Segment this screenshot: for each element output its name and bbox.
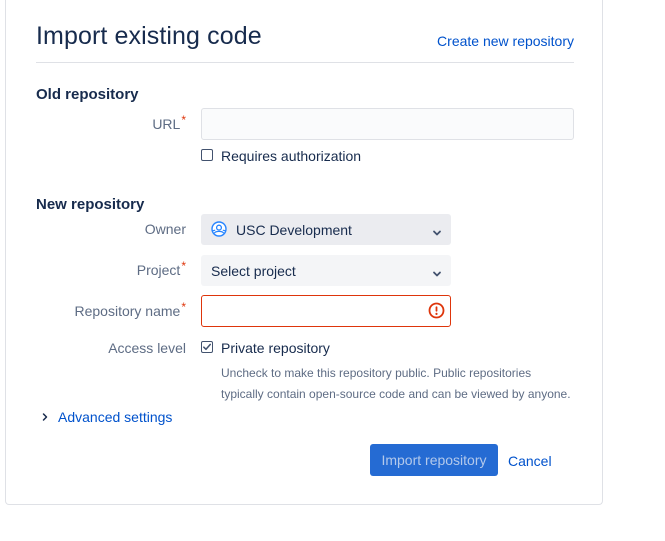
required-marker: * (181, 113, 186, 127)
checkmark-icon (203, 343, 212, 351)
required-marker: * (181, 259, 186, 273)
access-level-label: Access level (108, 340, 186, 356)
import-card (5, 0, 603, 505)
url-input[interactable] (201, 108, 574, 140)
create-new-repository-link[interactable]: Create new repository (437, 33, 574, 49)
chevron-right-icon (42, 413, 48, 421)
workspace-avatar-icon (211, 221, 227, 237)
import-repository-button[interactable]: Import repository (370, 444, 498, 476)
chevron-down-icon (432, 225, 442, 235)
repository-name-input[interactable] (201, 295, 451, 327)
owner-label: Owner (144, 221, 186, 237)
url-label: URL* (152, 113, 186, 132)
project-label: Project* (136, 259, 186, 278)
page-title: Import existing code (36, 22, 262, 50)
private-repository-label[interactable]: Private repository (221, 340, 330, 356)
new-repository-heading: New repository (36, 196, 145, 213)
owner-select[interactable]: USC Development (201, 214, 451, 245)
title-divider (36, 62, 574, 63)
required-marker: * (181, 300, 186, 314)
private-repository-checkbox[interactable] (201, 341, 213, 353)
chevron-down-icon (432, 266, 442, 276)
access-level-help-text: Uncheck to make this repository public. … (221, 366, 571, 401)
repository-name-label: Repository name* (74, 300, 187, 319)
advanced-settings-toggle[interactable]: Advanced settings (40, 409, 172, 425)
cancel-button[interactable]: Cancel (508, 453, 552, 469)
advanced-settings-label: Advanced settings (58, 409, 173, 425)
requires-authorization-label[interactable]: Requires authorization (221, 148, 361, 164)
project-select-value: Select project (211, 263, 296, 279)
old-repository-heading: Old repository (36, 86, 139, 103)
project-select[interactable]: Select project (201, 255, 451, 286)
requires-authorization-checkbox[interactable] (201, 149, 213, 161)
error-icon (428, 302, 445, 319)
owner-select-value: USC Development (236, 222, 352, 238)
